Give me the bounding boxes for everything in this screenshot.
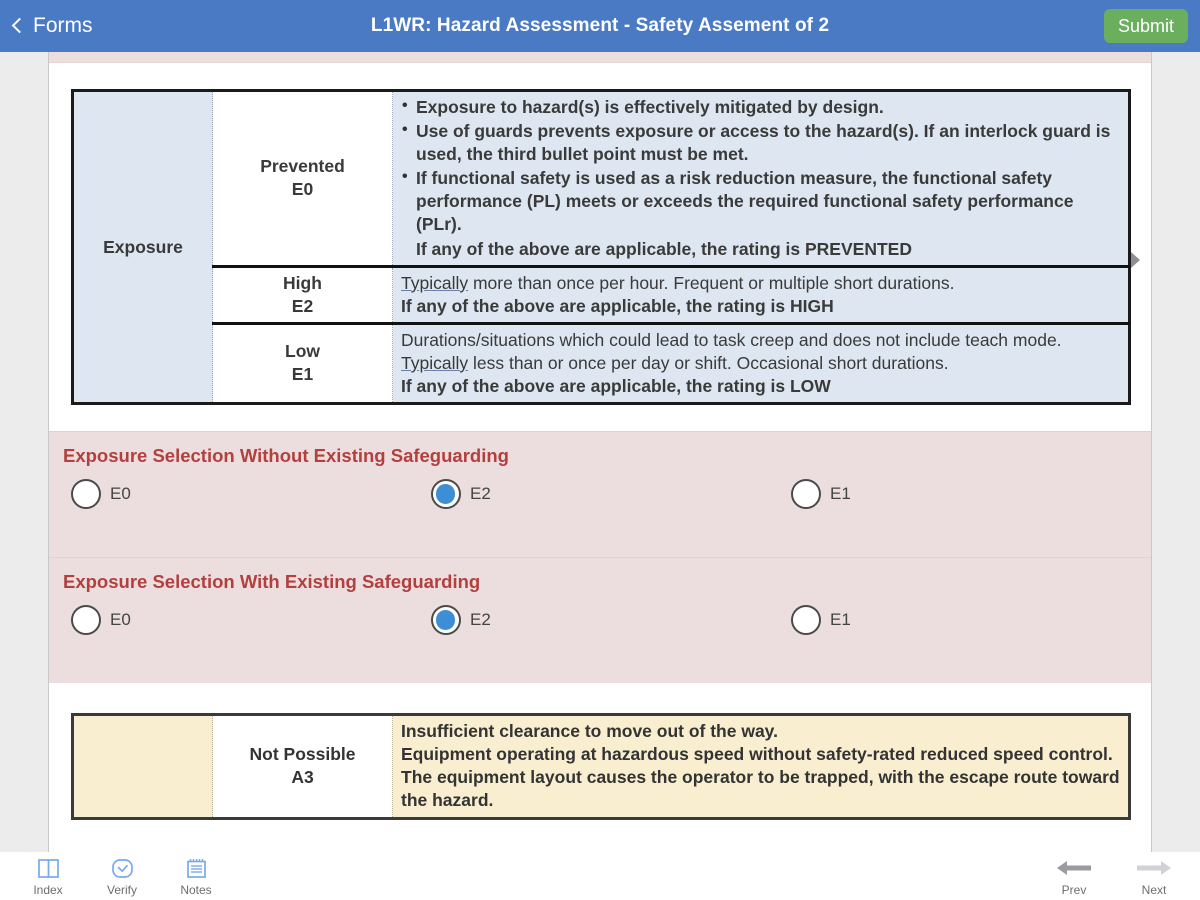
submit-button[interactable]: Submit (1103, 9, 1188, 43)
radio-option-e0[interactable]: E0 (71, 479, 131, 510)
description-cell-low: Durations/situations which could lead to… (392, 321, 1130, 404)
table-row: Low E1 Durations/situations which could … (73, 321, 1130, 404)
avoidance-line: The equipment layout causes the operator… (401, 767, 1120, 811)
exposure-without-safeguarding-section: Exposure Selection Without Existing Safe… (49, 431, 1151, 558)
low-duration-line: Durations/situations which could lead to… (401, 329, 1062, 350)
radio-label: E0 (110, 610, 131, 630)
description-cell-prevented: Exposure to hazard(s) is effectively mit… (392, 90, 1130, 267)
avoidance-row-label (72, 714, 213, 818)
rating-name: High (283, 272, 322, 293)
radio-label: E2 (470, 610, 491, 630)
form-content-panel: Exposure Prevented E0 Exposure to hazard… (48, 52, 1152, 852)
app-root: Forms L1WR: Hazard Assessment - Safety A… (0, 0, 1200, 900)
list-item: Use of guards prevents exposure or acces… (401, 119, 1120, 166)
exposure-matrix-table: Exposure Prevented E0 Exposure to hazard… (71, 89, 1131, 406)
radio-group-with-safeguarding: E0 E2 E1 (49, 605, 1151, 663)
toolbar-right-group: Prev Next (1048, 852, 1180, 897)
toolbar-prev-button[interactable]: Prev (1048, 852, 1100, 897)
typically-emphasis: Typically (401, 352, 469, 373)
bottom-toolbar: Index Verify Notes Prev Next (0, 852, 1200, 900)
high-conclusion: If any of the above are applicable, the … (401, 295, 834, 316)
toolbar-left-group: Index Verify Notes (22, 852, 222, 897)
list-item: If functional safety is used as a risk r… (401, 166, 1120, 236)
table-row: High E2 Typically more than once per hou… (73, 264, 1130, 324)
rating-name: Low (285, 341, 320, 362)
radio-button[interactable] (71, 605, 101, 636)
radio-button[interactable] (791, 605, 821, 636)
radio-button[interactable] (431, 479, 461, 510)
avoidance-matrix-table: Not Possible A3 Insufficient clearance t… (71, 713, 1131, 820)
exposure-row-label: Exposure (72, 90, 213, 404)
section-title: Exposure Selection Without Existing Safe… (63, 445, 509, 467)
exposure-with-safeguarding-section: Exposure Selection With Existing Safegua… (49, 557, 1151, 684)
typically-emphasis: Typically (401, 272, 469, 293)
radio-button[interactable] (71, 479, 101, 510)
avoidance-line: Insufficient clearance to move out of th… (401, 721, 778, 742)
previous-section-bleed (49, 52, 1151, 63)
radio-option-e1[interactable]: E1 (791, 479, 851, 510)
radio-label: E2 (470, 484, 491, 504)
description-cell-high: Typically more than once per hour. Frequ… (392, 264, 1130, 324)
rating-cell-high: High E2 (212, 264, 393, 324)
radio-option-e1[interactable]: E1 (791, 605, 851, 636)
back-button-label: Forms (33, 14, 93, 37)
rating-code: E2 (291, 295, 314, 316)
avoidance-line: Equipment operating at hazardous speed w… (401, 744, 1113, 765)
prevented-bullet-list: Exposure to hazard(s) is effectively mit… (401, 95, 1120, 237)
low-frequency-rest: less than or once per day or shift. Occa… (468, 352, 949, 373)
radio-label: E1 (830, 610, 851, 630)
prevented-conclusion: If any of the above are applicable, the … (416, 238, 912, 259)
radio-group-without-safeguarding: E0 E2 E1 (49, 479, 1151, 537)
toolbar-verify-button[interactable]: Verify (96, 852, 148, 897)
high-frequency-rest: more than once per hour. Frequent or mul… (468, 272, 955, 293)
radio-option-e0[interactable]: E0 (71, 605, 131, 636)
low-conclusion: If any of the above are applicable, the … (401, 376, 831, 397)
radio-button[interactable] (791, 479, 821, 510)
avoidance-matrix-wrapper: Not Possible A3 Insufficient clearance t… (71, 713, 1131, 820)
chevron-left-icon (11, 17, 28, 34)
radio-option-e2[interactable]: E2 (431, 605, 491, 636)
description-cell-not-possible: Insufficient clearance to move out of th… (392, 714, 1130, 818)
high-frequency-line: Typically more than once per hour. Frequ… (401, 272, 1120, 295)
back-to-forms-button[interactable]: Forms (11, 14, 93, 38)
rating-name: Prevented (260, 156, 345, 177)
table-row: Exposure Prevented E0 Exposure to hazard… (72, 90, 1130, 404)
toolbar-next-button[interactable]: Next (1128, 852, 1180, 897)
toolbar-item-label: Index (33, 883, 63, 897)
exposure-matrix-wrapper: Exposure Prevented E0 Exposure to hazard… (71, 89, 1140, 406)
rating-code: A3 (291, 767, 314, 788)
radio-label: E0 (110, 484, 131, 504)
radio-option-e2[interactable]: E2 (431, 479, 491, 510)
rating-cell-not-possible: Not Possible A3 (212, 714, 393, 818)
rating-cell-low: Low E1 (212, 321, 393, 404)
rating-code: E0 (291, 179, 314, 200)
toolbar-item-label: Notes (180, 883, 212, 897)
toolbar-notes-button[interactable]: Notes (170, 852, 222, 897)
rating-name: Not Possible (249, 744, 356, 765)
chevron-right-icon[interactable] (1131, 252, 1140, 268)
radio-button[interactable] (431, 605, 461, 636)
radio-label: E1 (830, 484, 851, 504)
rating-code: E1 (291, 364, 314, 385)
toolbar-index-button[interactable]: Index (22, 852, 74, 897)
notepad-icon (184, 855, 209, 881)
toolbar-item-label: Prev (1061, 883, 1087, 897)
page-title: L1WR: Hazard Assessment - Safety Assemen… (370, 15, 830, 36)
section-title: Exposure Selection With Existing Safegua… (63, 571, 481, 593)
rating-cell-prevented: Prevented E0 (212, 90, 393, 267)
toolbar-item-label: Verify (106, 883, 137, 897)
low-frequency-line: Typically less than or once per day or s… (401, 352, 1120, 375)
page-background: Exposure Prevented E0 Exposure to hazard… (0, 52, 1200, 852)
app-header: Forms L1WR: Hazard Assessment - Safety A… (0, 0, 1200, 52)
list-item: Exposure to hazard(s) is effectively mit… (401, 95, 1120, 119)
arrow-left-icon (1055, 855, 1093, 881)
check-circle-icon (110, 855, 135, 881)
table-row: Not Possible A3 Insufficient clearance t… (72, 714, 1130, 818)
book-index-icon (36, 855, 61, 881)
toolbar-item-label: Next (1141, 883, 1167, 897)
arrow-right-icon (1135, 855, 1173, 881)
